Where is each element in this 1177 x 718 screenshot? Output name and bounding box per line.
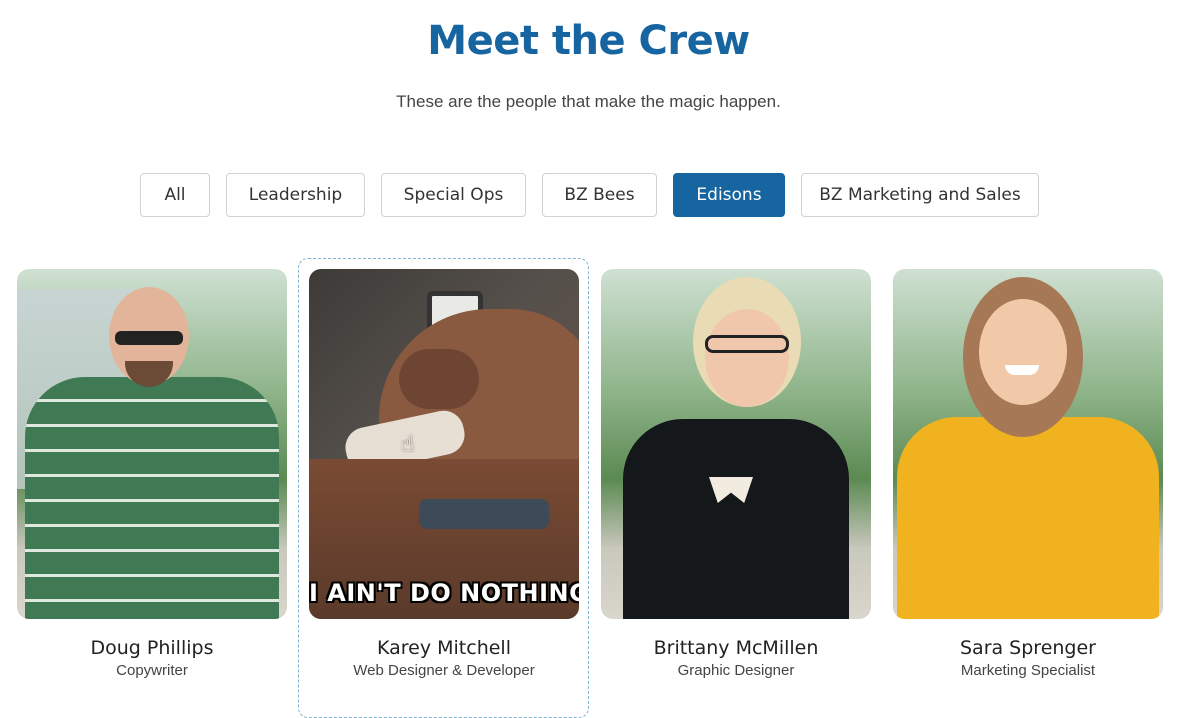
gif-caption: I AIN'T DO NOTHING bbox=[309, 579, 579, 607]
page-subtitle: These are the people that make the magic… bbox=[396, 92, 781, 111]
hand-pointer-icon: ☝ bbox=[401, 431, 415, 456]
team-card-doug-phillips[interactable]: Doug Phillips Copywriter bbox=[17, 269, 287, 679]
filter-leadership-button[interactable]: Leadership bbox=[226, 173, 365, 217]
team-member-role: Graphic Designer bbox=[677, 662, 795, 679]
filter-special-ops-button[interactable]: Special Ops bbox=[381, 173, 526, 217]
team-member-role: Web Designer & Developer bbox=[353, 662, 535, 679]
team-member-photo[interactable] bbox=[893, 269, 1163, 619]
team-member-photo[interactable] bbox=[601, 269, 871, 619]
team-card-karey-mitchell[interactable]: I AIN'T DO NOTHING ☝ Karey Mitchell Web … bbox=[309, 269, 579, 679]
filter-edisons-button[interactable]: Edisons bbox=[673, 173, 785, 217]
team-card-brittany-mcmillen[interactable]: Brittany McMillen Graphic Designer bbox=[601, 269, 871, 679]
team-member-photo[interactable] bbox=[17, 269, 287, 619]
team-member-name: Brittany McMillen bbox=[653, 637, 819, 659]
filter-all-button[interactable]: All bbox=[140, 173, 210, 217]
team-card-sara-sprenger[interactable]: Sara Sprenger Marketing Specialist bbox=[893, 269, 1163, 679]
team-member-role: Copywriter bbox=[116, 662, 188, 679]
team-member-name: Karey Mitchell bbox=[377, 637, 511, 659]
filter-bz-marketing-sales-button[interactable]: BZ Marketing and Sales bbox=[801, 173, 1039, 217]
team-member-name: Doug Phillips bbox=[90, 637, 214, 659]
team-member-name: Sara Sprenger bbox=[959, 637, 1096, 659]
team-member-photo[interactable]: I AIN'T DO NOTHING ☝ bbox=[309, 269, 579, 619]
page-title: Meet the Crew bbox=[427, 18, 750, 64]
team-member-role: Marketing Specialist bbox=[960, 662, 1096, 679]
filter-bz-bees-button[interactable]: BZ Bees bbox=[542, 173, 657, 217]
